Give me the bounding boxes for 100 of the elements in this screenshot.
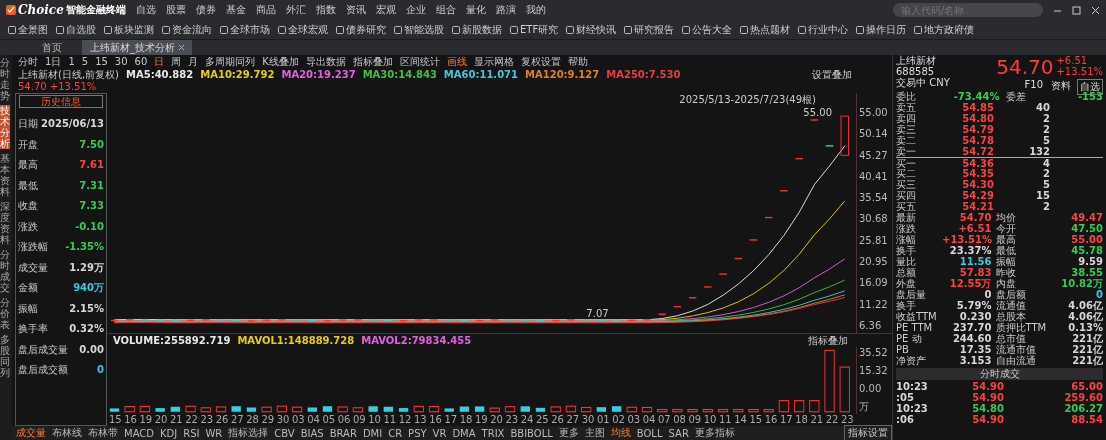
indicator-settings-button[interactable]: 指标设置 [844, 425, 892, 440]
period-button[interactable]: K线叠加 [262, 54, 299, 69]
indicator-tab[interactable]: 成交量 [16, 426, 46, 440]
menu-item[interactable]: 基金 [225, 3, 246, 17]
side-nav-item[interactable]: 分时走势 [0, 57, 10, 101]
indicator-tab[interactable]: WR [205, 427, 223, 439]
period-button[interactable]: 指标叠加 [352, 54, 393, 69]
toolbar-button[interactable]: 智能选股 [394, 22, 444, 37]
setting-label[interactable]: 指标叠加 [808, 333, 848, 348]
toolbar-button[interactable]: 财经快讯 [566, 22, 617, 37]
menu-item[interactable]: 自选 [135, 3, 156, 17]
side-nav-item[interactable]: 深度资料 [0, 201, 10, 245]
indicator-tab[interactable]: PSY [408, 427, 427, 439]
info-value: 2.15% [69, 303, 104, 314]
toolbar-button[interactable]: 全景图 [8, 22, 48, 37]
indicator-tab[interactable]: 布林带 [88, 426, 118, 440]
square-icon [682, 25, 691, 34]
setting-label[interactable]: 设置叠加 [812, 67, 852, 82]
period-button[interactable]: 多周期同列 [205, 54, 256, 69]
indicator-tab[interactable]: BOLL [636, 427, 663, 439]
indicator-tab[interactable]: SAR [668, 427, 689, 439]
indicator-tab[interactable]: BRAR [329, 427, 357, 439]
toolbar-button[interactable]: 研究报告 [624, 22, 675, 37]
menu-item[interactable]: 宏观 [375, 3, 396, 17]
tab[interactable]: 首页 [26, 40, 78, 55]
period-button[interactable]: 5 [81, 56, 89, 67]
info-label: 涨跌 [18, 221, 38, 232]
menu-item[interactable]: 路演 [495, 3, 516, 17]
toolbar-button[interactable]: 操作日历 [856, 22, 907, 37]
menu-item[interactable]: 组合 [435, 3, 456, 17]
ratio-label: 委比 [896, 91, 917, 102]
toolbar-button[interactable]: 全球宏观 [278, 22, 328, 37]
toolbar-button[interactable]: 新股数据 [452, 22, 502, 37]
menu-item[interactable]: 外汇 [285, 3, 306, 17]
period-button[interactable]: 画线 [446, 54, 467, 69]
panel-link[interactable]: 资料 [1049, 79, 1073, 95]
menu-item[interactable]: 债券 [195, 3, 216, 17]
period-button[interactable]: 60 [134, 56, 148, 67]
toolbar-button[interactable]: 资金流向 [162, 22, 212, 37]
period-button[interactable]: 1日 [45, 54, 62, 69]
stat-label: 涨跌 [896, 223, 917, 234]
period-button[interactable]: 区间统计 [399, 54, 440, 69]
tab[interactable]: 上纬新材_技术分析 [82, 40, 192, 55]
info-label: 最低 [18, 180, 38, 191]
toolbar-button[interactable]: 板块监测 [104, 22, 154, 37]
period-button[interactable]: 导出数据 [305, 54, 346, 69]
indicator-tab[interactable]: TRIX [481, 427, 505, 439]
period-button[interactable]: 15 [95, 56, 108, 67]
indicator-tab[interactable]: DMI [362, 427, 383, 439]
toolbar-button[interactable]: 公告大全 [682, 22, 733, 37]
indicator-tab[interactable]: 布林线 [52, 426, 82, 440]
period-button[interactable]: 帮助 [567, 54, 588, 69]
toolbar-button[interactable]: 地方政府债 [914, 22, 975, 37]
menu-item[interactable]: 资讯 [345, 3, 366, 17]
period-button[interactable]: 30 [114, 56, 128, 67]
indicator-tab[interactable]: BBIBOLL [510, 427, 553, 439]
toolbar-button[interactable]: ETF研究 [510, 22, 559, 37]
menu-item[interactable]: 量化 [465, 3, 486, 17]
menu-item[interactable]: 股票 [165, 3, 186, 17]
indicator-tab[interactable]: 更多指标 [694, 426, 735, 440]
indicator-tab[interactable]: 更多 [558, 426, 579, 440]
indicator-tab[interactable]: 指标选择 [228, 426, 269, 440]
toolbar-button[interactable]: 全球市场 [220, 22, 270, 37]
toolbar-button[interactable]: 行业中心 [798, 22, 849, 37]
indicator-tab[interactable]: 主图 [584, 426, 605, 440]
period-button[interactable]: 周 [171, 54, 182, 69]
indicator-tab[interactable]: CR [388, 427, 403, 439]
menu-item[interactable]: 商品 [255, 3, 276, 17]
menu-item[interactable]: 我的 [525, 3, 546, 17]
toolbar-button[interactable]: 热点题材 [740, 22, 791, 37]
maximize-icon[interactable] [1072, 5, 1081, 15]
menu-item[interactable]: 企业 [405, 3, 426, 17]
indicator-tab[interactable]: MACD [124, 427, 154, 439]
side-nav-item[interactable]: 多股同列 [0, 334, 10, 378]
indicator-tab[interactable]: BIAS [300, 427, 324, 439]
side-nav-item[interactable]: 技术分析 [0, 105, 10, 149]
side-nav-item[interactable]: 基本资料 [0, 153, 10, 197]
period-button[interactable]: 1 [68, 56, 75, 67]
indicator-tab[interactable]: 均线 [610, 426, 631, 440]
toolbar-button[interactable]: 债券研究 [336, 22, 386, 37]
indicator-tab[interactable]: DMA [452, 427, 476, 439]
period-button[interactable]: 复权设置 [520, 54, 561, 69]
indicator-tab[interactable]: VR [432, 427, 447, 439]
axis-tick: 20.95 [859, 256, 889, 268]
indicator-tab[interactable]: RSI [183, 427, 200, 439]
period-button[interactable]: 日 [154, 54, 165, 69]
stat-label: 流通市值 [994, 344, 1037, 355]
period-button[interactable]: 显示网格 [473, 54, 514, 69]
toolbar-button[interactable]: 自选股 [56, 22, 96, 37]
menu-item[interactable]: 指数 [315, 3, 336, 17]
date-tick: 19 [475, 414, 488, 426]
period-button[interactable]: 分时 [18, 54, 38, 69]
close-icon[interactable] [1091, 5, 1100, 15]
period-button[interactable]: 月 [188, 54, 199, 69]
indicator-tab[interactable]: KDJ [160, 427, 178, 439]
indicator-tab[interactable]: CBV [274, 427, 295, 439]
info-value: 7.50 [79, 139, 104, 150]
side-nav-item[interactable]: 分时成交 [0, 249, 10, 293]
volume-bar [778, 400, 790, 413]
side-nav-item[interactable]: 分价表 [0, 297, 10, 330]
